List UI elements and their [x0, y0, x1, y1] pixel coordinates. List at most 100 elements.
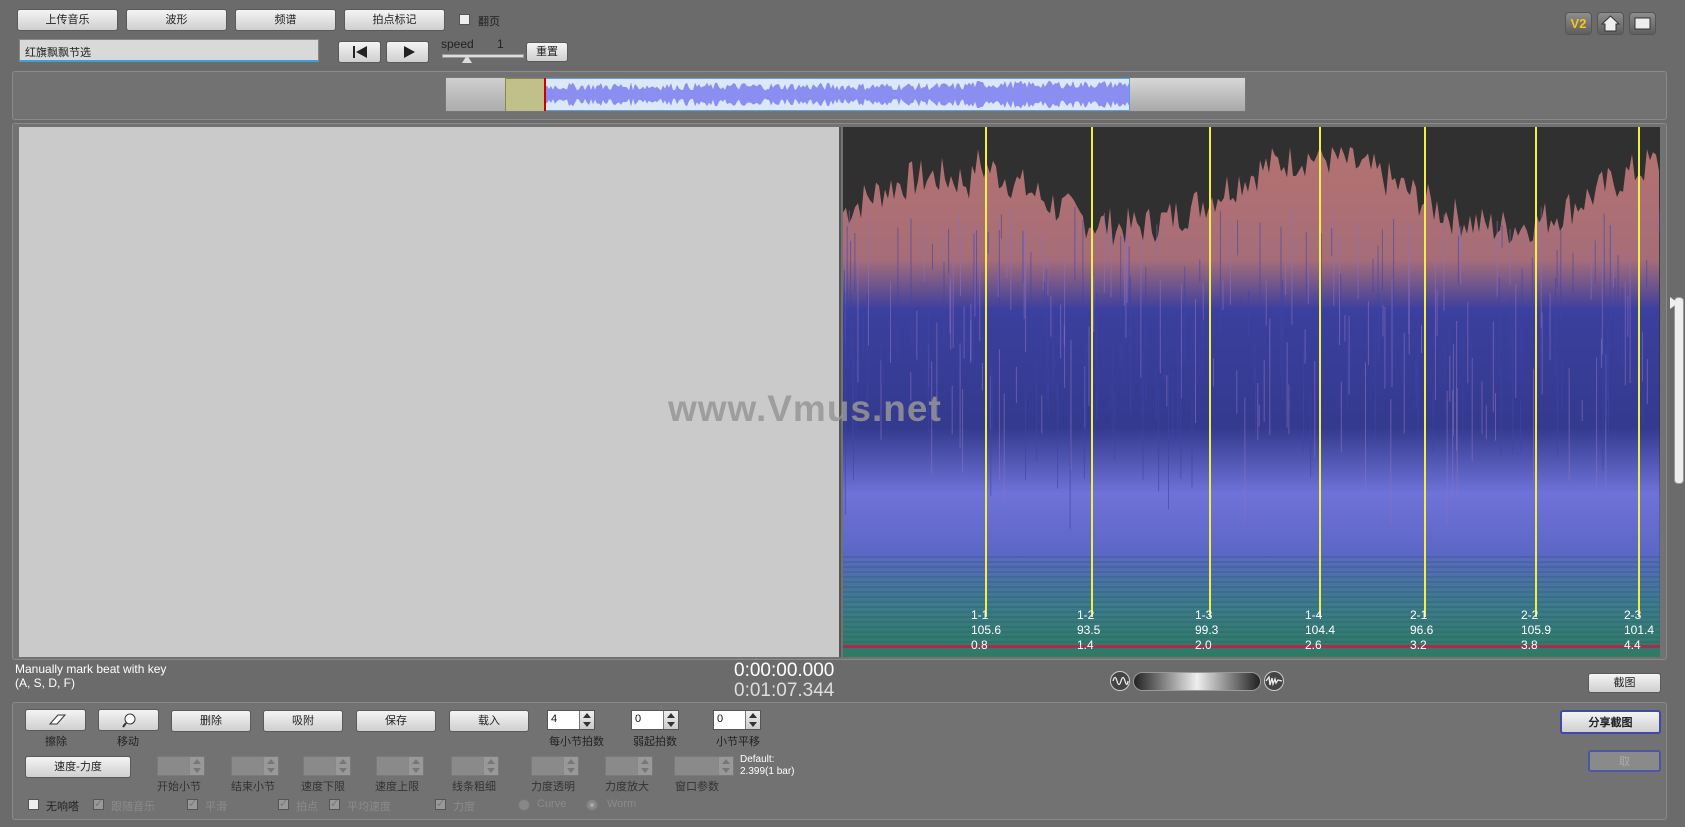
dynamics-checkbox[interactable] [435, 797, 446, 810]
pickup-beats-label: 弱起拍数 [633, 736, 677, 748]
smooth-checkbox[interactable] [187, 797, 198, 810]
beat-line[interactable] [1535, 127, 1537, 617]
worm-radio[interactable] [586, 799, 598, 811]
beat-line[interactable] [1424, 127, 1426, 617]
watermark-text: www.Vmus.net [668, 388, 942, 429]
hint-line-2: (A, S, D, F) [15, 676, 75, 690]
bar-offset-label: 小节平移 [716, 736, 760, 748]
reset-button[interactable]: 重置 [526, 42, 568, 62]
dynamics-scale-stepper[interactable] [605, 756, 653, 776]
snap-button[interactable]: 吸附 [263, 710, 343, 732]
flip-page-label: 翻页 [478, 16, 500, 28]
speed-slider-thumb[interactable] [462, 55, 472, 63]
follow-music-checkbox[interactable] [93, 797, 104, 810]
tempo-max-stepper[interactable] [376, 756, 424, 776]
dynamics-opacity-stepper[interactable] [531, 756, 579, 776]
speed-value: 1 [497, 37, 504, 51]
current-time: 0:00:00.000 [734, 660, 835, 681]
scroll-up-icon[interactable] [1670, 297, 1678, 309]
speed-label: speed [441, 37, 474, 51]
tempo-min-stepper[interactable] [303, 756, 351, 776]
beat-line[interactable] [1091, 127, 1093, 617]
move-button[interactable] [98, 709, 159, 731]
save-button[interactable]: 保存 [356, 710, 436, 732]
zoom-in-icon[interactable] [1264, 671, 1284, 691]
beats-per-bar-stepper[interactable]: 4 [547, 710, 595, 730]
hint-line-1: Manually mark beat with key [15, 662, 167, 676]
overview-waveform[interactable] [445, 77, 1246, 112]
end-bar-stepper[interactable] [231, 756, 279, 776]
delete-button[interactable]: 删除 [171, 710, 251, 732]
move-icon [122, 713, 136, 728]
play-button[interactable] [386, 41, 429, 63]
curve-radio[interactable] [518, 799, 530, 811]
beat-line[interactable] [1638, 127, 1640, 617]
avg-tempo-checkbox[interactable] [329, 797, 340, 810]
vertical-scrollbar[interactable] [1674, 297, 1684, 484]
screenshot-button[interactable]: 截图 [1588, 673, 1661, 693]
total-time: 0:01:07.344 [734, 680, 835, 701]
erase-button[interactable] [25, 709, 86, 731]
beats-per-bar-label: 每小节拍数 [549, 736, 604, 748]
follow-music-label: 跟随音乐 [111, 801, 155, 813]
no-metronome-checkbox[interactable] [28, 799, 39, 810]
move-label: 移动 [117, 736, 139, 748]
tempo-min-label: 速度下限 [301, 781, 345, 793]
pickup-beats-stepper[interactable]: 0 [631, 710, 679, 730]
speed-slider[interactable] [442, 52, 524, 64]
disabled-action-button[interactable]: 取 [1588, 750, 1661, 772]
beat-line[interactable] [1319, 127, 1321, 617]
beat-point-checkbox[interactable] [278, 797, 289, 810]
window-param-label: 窗口参数 [675, 781, 719, 793]
beat-label: 2-1 96.6 3.2 [1410, 608, 1434, 652]
start-bar-stepper[interactable] [157, 756, 205, 776]
beat-mark-button[interactable]: 拍点标记 [344, 9, 445, 31]
start-bar-label: 开始小节 [157, 781, 201, 793]
avg-tempo-label: 平均速度 [347, 801, 391, 813]
beat-line[interactable] [1209, 127, 1211, 617]
tempo-dynamics-button[interactable]: 速度-力度 [25, 756, 131, 778]
line-width-label: 线条粗细 [452, 781, 496, 793]
spectrogram-image [843, 147, 1660, 657]
erase-label: 擦除 [45, 736, 67, 748]
smooth-label: 平滑 [205, 801, 227, 813]
playhead-marker[interactable] [544, 78, 546, 111]
spectrogram-view[interactable]: 1-1 105.6 0.8 1-2 93.5 1.4 1-3 99.3 2.0 1-4 104.4 2… [843, 127, 1660, 657]
play-icon [404, 46, 415, 58]
dynamics-opacity-label: 力度透明 [531, 781, 575, 793]
beat-label: 1-4 104.4 2.6 [1305, 608, 1336, 652]
home-icon[interactable] [1597, 12, 1624, 35]
beat-point-label: 拍点 [296, 801, 318, 813]
spectrum-button[interactable]: 频谱 [235, 9, 336, 31]
overview-view-window[interactable] [505, 78, 547, 111]
worm-label: Worm [607, 798, 637, 810]
load-button[interactable]: 载入 [449, 710, 529, 732]
no-metronome-label: 无响嗒 [46, 801, 79, 813]
v2-icon[interactable]: V2 [1565, 12, 1592, 35]
upload-music-button[interactable]: 上传音乐 [17, 9, 118, 31]
curve-label: Curve [537, 798, 567, 810]
zoom-slider[interactable] [1133, 672, 1261, 691]
skip-start-icon [353, 46, 367, 58]
share-screenshot-button[interactable]: 分享截图 [1560, 710, 1661, 734]
beat-label: 2-2 105.9 3.8 [1521, 608, 1552, 652]
waveform-button[interactable]: 波形 [126, 9, 227, 31]
beat-line[interactable] [985, 127, 987, 617]
dynamics-scale-label: 力度放大 [605, 781, 649, 793]
bar-offset-stepper[interactable]: 0 [713, 710, 761, 730]
line-width-stepper[interactable] [451, 756, 499, 776]
overview-wave-shape [545, 80, 1129, 109]
beat-label: 1-1 105.6 0.8 [971, 608, 1002, 652]
eraser-icon [48, 714, 67, 725]
dynamics-label: 力度 [453, 801, 475, 813]
song-title-text: 红旗飘飘节选 [25, 47, 91, 59]
skip-to-start-button[interactable] [338, 41, 381, 63]
flip-page-checkbox[interactable] [459, 14, 470, 25]
tempo-max-label: 速度上限 [375, 781, 419, 793]
song-title-field[interactable]: 红旗飘飘节选 [19, 39, 319, 62]
window-param-stepper[interactable] [674, 756, 734, 776]
end-bar-label: 结束小节 [231, 781, 275, 793]
default-label-1: Default: [740, 754, 775, 765]
fullscreen-icon[interactable] [1629, 12, 1656, 35]
zoom-out-icon[interactable] [1110, 671, 1130, 691]
